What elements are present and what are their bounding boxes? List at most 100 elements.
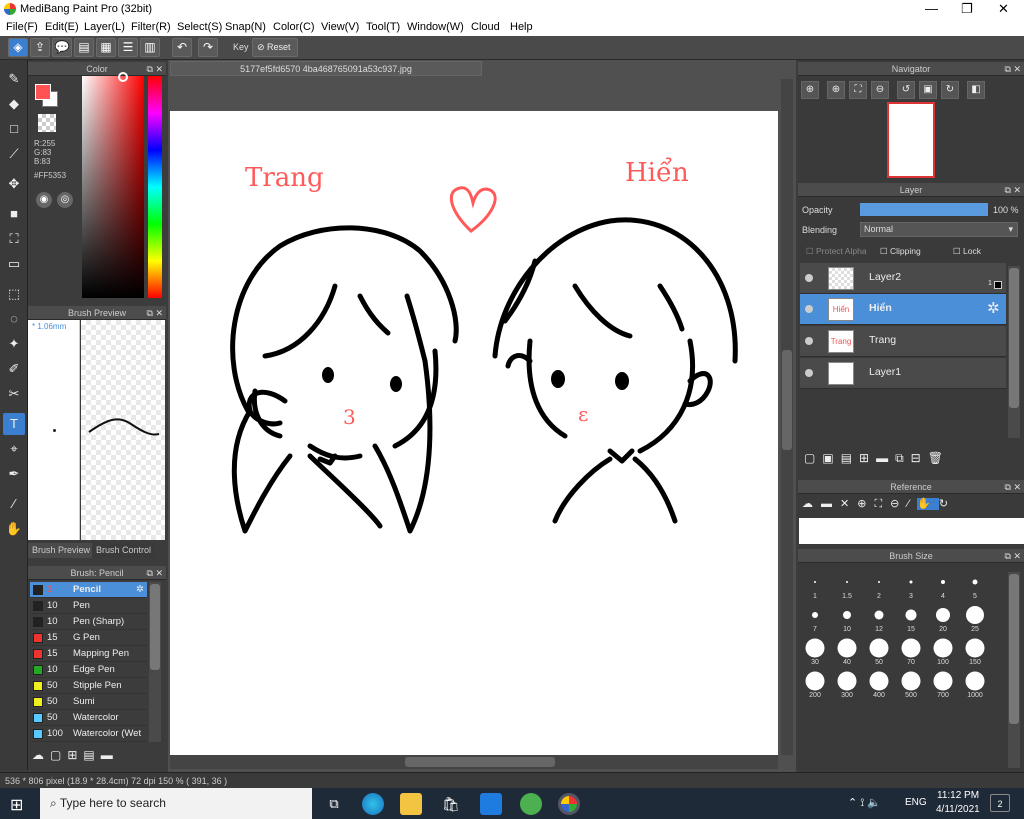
store-icon[interactable]: 🛍 xyxy=(440,793,462,815)
navigator-thumbnail[interactable] xyxy=(887,102,935,178)
foreground-color-swatch[interactable] xyxy=(35,84,51,100)
palette-icon[interactable]: ◉ xyxy=(36,192,52,208)
speech-bubble-icon[interactable]: 💬 xyxy=(52,38,72,57)
cloud-icon[interactable]: ☁ xyxy=(802,498,821,510)
panel-controls-icon[interactable]: ⧉ ✕ xyxy=(147,306,163,320)
reset-button[interactable]: ⊘ Reset xyxy=(252,38,298,57)
brush-size-option[interactable]: 1000 xyxy=(960,669,990,699)
palette-add-icon[interactable]: ◎ xyxy=(57,192,73,208)
minimize-button[interactable]: — xyxy=(925,1,938,16)
layer-row-layer1[interactable]: Layer1 xyxy=(800,358,1006,389)
clock-date[interactable]: 4/11/2021 xyxy=(936,804,980,815)
export-icon[interactable]: ⇪ xyxy=(30,38,50,57)
open-folder-icon[interactable]: ▬ xyxy=(821,498,840,510)
menu-layer[interactable]: Layer(L) xyxy=(84,21,125,33)
brush-item[interactable]: 50 Sumi xyxy=(30,694,147,710)
document-tab[interactable]: 5177ef5fd6570 4ba468765091a53c937.jpg xyxy=(170,61,482,76)
close-button[interactable]: ✕ xyxy=(998,1,1009,17)
new-layer-3-icon[interactable]: ▤ xyxy=(841,451,859,465)
brush-size-option[interactable]: 400 xyxy=(864,669,894,699)
brush-size-option[interactable]: 50 xyxy=(864,636,894,666)
brush-item[interactable]: 10 Edge Pen xyxy=(30,662,147,678)
brush-tool-icon[interactable]: ✎ xyxy=(3,68,25,90)
panel-controls-icon[interactable]: ⧉ ✕ xyxy=(1005,549,1021,563)
panel-icon[interactable]: ▥ xyxy=(140,38,160,57)
undo-icon[interactable]: ↶ xyxy=(172,38,192,57)
brush-list-scrollbar[interactable] xyxy=(149,582,161,742)
medibang-taskbar-icon[interactable] xyxy=(558,793,580,815)
gear-icon[interactable]: ✲ xyxy=(136,582,144,598)
brush-size-option[interactable]: 1 xyxy=(800,570,830,600)
rotate-right-icon[interactable]: ↻ xyxy=(941,81,959,99)
brush-item[interactable]: 15 Mapping Pen xyxy=(30,646,147,662)
notification-icon[interactable]: 2 xyxy=(990,794,1010,812)
layer-row-layer2[interactable]: Layer2 1 xyxy=(800,263,1006,294)
drawing-canvas[interactable]: 3 ɛ Trang Hiển xyxy=(170,111,778,755)
select-pen-icon[interactable]: ✐ xyxy=(3,358,25,380)
brush-size-option[interactable]: 200 xyxy=(800,669,830,699)
list-icon[interactable]: ☰ xyxy=(118,38,138,57)
panel-controls-icon[interactable]: ⧉ ✕ xyxy=(147,566,163,580)
mail-icon[interactable] xyxy=(480,793,502,815)
brush-item[interactable]: 15 G Pen xyxy=(30,630,147,646)
menu-view[interactable]: View(V) xyxy=(321,21,359,33)
panel-controls-icon[interactable]: ⧉ ✕ xyxy=(1005,480,1021,494)
text-tool-icon[interactable]: T xyxy=(3,413,25,435)
horizontal-scroll-thumb[interactable] xyxy=(405,757,555,767)
lasso-tool-icon[interactable]: ◌ xyxy=(3,308,25,330)
visibility-icon[interactable] xyxy=(805,274,813,282)
brush-size-option[interactable]: 5 xyxy=(960,570,990,600)
panel-controls-icon[interactable]: ⧉ ✕ xyxy=(1005,183,1021,197)
brush-cloud-icon[interactable]: ☁ xyxy=(32,748,50,762)
layer-row-trang[interactable]: Trang Trang xyxy=(800,326,1006,357)
brush-prop-icon[interactable]: ▤ xyxy=(83,748,100,762)
zoom-in-2-icon[interactable]: ⊕ xyxy=(827,81,845,99)
zoom-out-icon[interactable]: ⊖ xyxy=(890,498,907,510)
fit-icon[interactable]: ⛶ xyxy=(849,81,867,99)
select-eraser-icon[interactable]: ✂ xyxy=(3,383,25,405)
windows-start-icon[interactable]: ⊞ xyxy=(10,795,23,815)
tray-icons[interactable]: ⌃ ⟟ 🔈 xyxy=(848,796,881,810)
select-rect-icon[interactable]: ⬚ xyxy=(3,283,25,305)
redo-icon[interactable]: ↷ xyxy=(198,38,218,57)
hand-icon[interactable]: ✋ xyxy=(917,498,939,510)
brush-size-option[interactable]: 100 xyxy=(928,636,958,666)
fill-rect-icon[interactable]: ■ xyxy=(3,203,25,225)
menu-cloud[interactable]: Cloud xyxy=(471,21,500,33)
blur-tool-icon[interactable]: ✒ xyxy=(3,463,25,485)
hue-slider[interactable] xyxy=(148,76,162,298)
brush-size-option[interactable]: 500 xyxy=(896,669,926,699)
gradient-tool-icon[interactable]: ▭ xyxy=(3,253,25,275)
brush-new-icon[interactable]: ▢ xyxy=(50,748,67,762)
panel-controls-icon[interactable]: ⧉ ✕ xyxy=(147,62,163,76)
tab-brush-control[interactable]: Brush Control xyxy=(92,543,156,558)
brush-size-option[interactable]: 4 xyxy=(928,570,958,600)
menu-help[interactable]: Help xyxy=(510,21,533,33)
layer-scrollbar[interactable] xyxy=(1008,266,1020,438)
edge-icon[interactable] xyxy=(362,793,384,815)
brush-size-option[interactable]: 20 xyxy=(928,603,958,633)
language-indicator[interactable]: ENG xyxy=(905,797,927,808)
brush-size-option[interactable]: 25 xyxy=(960,603,990,633)
color-cursor-icon[interactable] xyxy=(118,72,128,82)
visibility-icon[interactable] xyxy=(805,337,813,345)
file-explorer-icon[interactable] xyxy=(400,793,422,815)
zoom-out-icon[interactable]: ⊖ xyxy=(871,81,889,99)
brush-size-option[interactable]: 10 xyxy=(832,603,862,633)
reference-view[interactable] xyxy=(799,518,1024,544)
menu-file[interactable]: File(F) xyxy=(6,21,38,33)
gear-icon[interactable]: ✲ xyxy=(987,299,1000,317)
visibility-icon[interactable] xyxy=(805,369,813,377)
move-tool-icon[interactable]: ✥ xyxy=(3,173,25,195)
menu-filter[interactable]: Filter(R) xyxy=(131,21,171,33)
menu-snap[interactable]: Snap(N) xyxy=(225,21,266,33)
blending-select[interactable]: Normal ▾ xyxy=(860,222,1018,237)
flip-icon[interactable]: ◧ xyxy=(967,81,985,99)
brush-add-icon[interactable]: ⊞ xyxy=(67,748,83,762)
brush-size-option[interactable]: 150 xyxy=(960,636,990,666)
folder-icon[interactable]: ▬ xyxy=(876,451,895,465)
fit-icon[interactable]: ⛶ xyxy=(874,498,890,510)
trash-icon[interactable]: 🗑 xyxy=(928,451,950,465)
zoom-in-icon[interactable]: ⊕ xyxy=(801,81,819,99)
menu-edit[interactable]: Edit(E) xyxy=(45,21,79,33)
